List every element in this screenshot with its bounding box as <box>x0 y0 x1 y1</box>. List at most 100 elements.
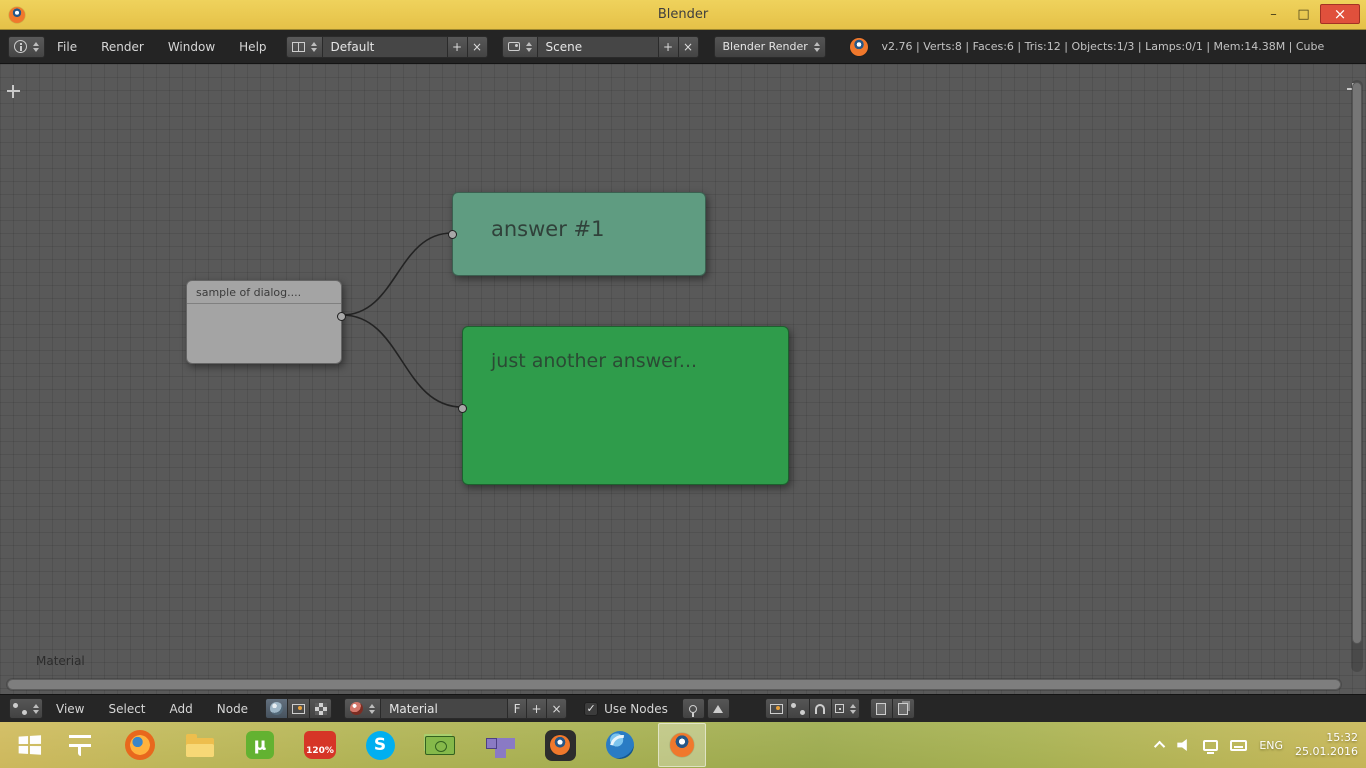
menu-node[interactable]: Node <box>205 698 260 720</box>
window-title: Blender <box>657 7 709 22</box>
paste-icon <box>898 702 909 715</box>
node-answer-2[interactable]: just another answer... <box>458 326 789 485</box>
paste-nodes-button[interactable] <box>891 698 915 719</box>
use-nodes-label: Use Nodes <box>604 701 668 716</box>
input-socket[interactable] <box>448 230 457 239</box>
menu-view[interactable]: View <box>44 698 96 720</box>
add-scene-button[interactable]: + <box>657 35 679 58</box>
volume-icon[interactable] <box>1177 739 1187 751</box>
speed-app-icon: 120% <box>304 731 336 759</box>
input-socket[interactable] <box>458 404 467 413</box>
node-dialog[interactable]: sample of dialog.... <box>186 280 346 364</box>
menu-help[interactable]: Help <box>227 36 278 58</box>
horizontal-scrollbar[interactable] <box>6 678 1342 691</box>
menu-add[interactable]: Add <box>158 698 205 720</box>
compositing-nodes-icon <box>292 703 306 714</box>
editor-type-button[interactable] <box>9 698 43 719</box>
node-title: just another answer... <box>491 350 698 372</box>
windows-taskbar: µ 120% S ENG 15:32 25.01.2016 <box>0 722 1366 768</box>
expand-toolbar-icon[interactable] <box>7 85 20 98</box>
taskbar-item-firefox[interactable] <box>118 723 162 767</box>
language-indicator[interactable]: ENG <box>1259 739 1283 752</box>
firefox-icon <box>125 730 155 760</box>
copy-nodes-button[interactable] <box>869 698 893 719</box>
tree-type-buttons <box>265 698 333 719</box>
taskbar-item-tetris[interactable] <box>478 723 522 767</box>
copy-icon <box>876 702 887 715</box>
vertical-scrollbar[interactable] <box>1351 80 1363 672</box>
taskbar-item-ime[interactable] <box>58 723 102 767</box>
menu-file[interactable]: File <box>45 36 89 58</box>
clock[interactable]: 15:32 25.01.2016 <box>1295 731 1358 759</box>
pin-icon <box>689 704 698 717</box>
add-material-button[interactable]: + <box>526 698 548 719</box>
taskbar-item-speed[interactable]: 120% <box>298 723 342 767</box>
texture-nodes-button[interactable] <box>309 698 333 719</box>
scene-browse-button[interactable] <box>501 35 538 58</box>
shader-nodes-icon <box>270 702 284 715</box>
menu-window[interactable]: Window <box>156 36 227 58</box>
taskbar-item-utorrent[interactable]: µ <box>238 723 282 767</box>
fake-user-button[interactable]: F <box>507 698 528 719</box>
scrollbar-handle[interactable] <box>1352 82 1362 645</box>
taskbar-item-explorer[interactable] <box>178 723 222 767</box>
node-editor-canvas[interactable]: sample of dialog.... answer #1 just anot… <box>0 64 1366 694</box>
scrollbar-handle[interactable] <box>7 679 1341 690</box>
snap-toggle-button[interactable] <box>808 698 832 719</box>
snap-mode-dropdown[interactable] <box>830 698 860 719</box>
layout-browse-button[interactable] <box>285 35 323 58</box>
network-icon[interactable] <box>1203 739 1219 754</box>
pin-button[interactable] <box>681 698 705 719</box>
screen-layout-selector: Default + × <box>285 35 488 58</box>
scene-statistics: v2.76 | Verts:8 | Faces:6 | Tris:12 | Ob… <box>881 40 1325 53</box>
render-engine-value: Blender Render <box>722 40 808 53</box>
screen-layout-name[interactable]: Default <box>321 35 448 58</box>
utorrent-icon: µ <box>246 731 274 759</box>
info-icon <box>14 40 27 53</box>
taskbar-item-blue-app[interactable] <box>598 723 642 767</box>
time-label: 15:32 <box>1326 731 1358 744</box>
snap-magnet-icon <box>815 703 826 714</box>
scene-selector: Scene + × <box>501 35 699 58</box>
add-layout-button[interactable]: + <box>446 35 468 58</box>
window-titlebar[interactable]: Blender – □ × <box>0 0 1366 30</box>
render-engine-select[interactable]: Blender Render <box>713 35 826 58</box>
taskbar-item-blender-pinned[interactable] <box>538 723 582 767</box>
node-answer-1[interactable]: answer #1 <box>448 192 706 276</box>
taskbar-item-blender-active[interactable] <box>658 723 706 767</box>
snap-mode-icon <box>834 704 844 713</box>
maximize-button[interactable]: □ <box>1290 4 1317 24</box>
backdrop-button[interactable] <box>764 698 788 719</box>
delete-layout-button[interactable]: × <box>466 35 488 58</box>
clipboard-controls <box>869 698 915 719</box>
blender-logo-icon <box>670 733 694 757</box>
start-button[interactable] <box>0 722 58 768</box>
skype-icon: S <box>365 730 395 760</box>
money-icon <box>425 735 455 755</box>
taskbar-item-money[interactable] <box>418 723 462 767</box>
close-button[interactable]: × <box>1320 4 1360 24</box>
material-selector: Material F + × <box>344 698 568 719</box>
detach-links-button[interactable] <box>786 698 810 719</box>
up-arrow-icon <box>713 704 724 713</box>
material-sphere-icon <box>350 702 364 715</box>
keyboard-icon[interactable] <box>1230 739 1248 751</box>
menu-select[interactable]: Select <box>96 698 157 720</box>
minimize-button[interactable]: – <box>1260 4 1287 24</box>
material-name-field[interactable]: Material <box>380 698 509 719</box>
scene-name[interactable]: Scene <box>536 35 659 58</box>
hidden-icons-button[interactable] <box>1154 740 1166 753</box>
snapping-controls <box>764 698 860 719</box>
use-nodes-checkbox[interactable]: ✓ <box>584 701 599 716</box>
menu-render[interactable]: Render <box>89 36 156 58</box>
output-socket[interactable] <box>337 312 346 321</box>
delete-scene-button[interactable]: × <box>677 35 699 58</box>
editor-type-button[interactable] <box>8 35 45 58</box>
material-browse-button[interactable] <box>344 698 382 719</box>
taskbar-item-skype[interactable]: S <box>358 723 402 767</box>
compositing-nodes-button[interactable] <box>287 698 311 719</box>
shader-nodes-button[interactable] <box>265 698 289 719</box>
blender-window: Blender – □ × File Render Window Help De… <box>0 0 1366 768</box>
unlink-material-button[interactable]: × <box>546 698 568 719</box>
go-parent-button[interactable] <box>706 698 730 719</box>
